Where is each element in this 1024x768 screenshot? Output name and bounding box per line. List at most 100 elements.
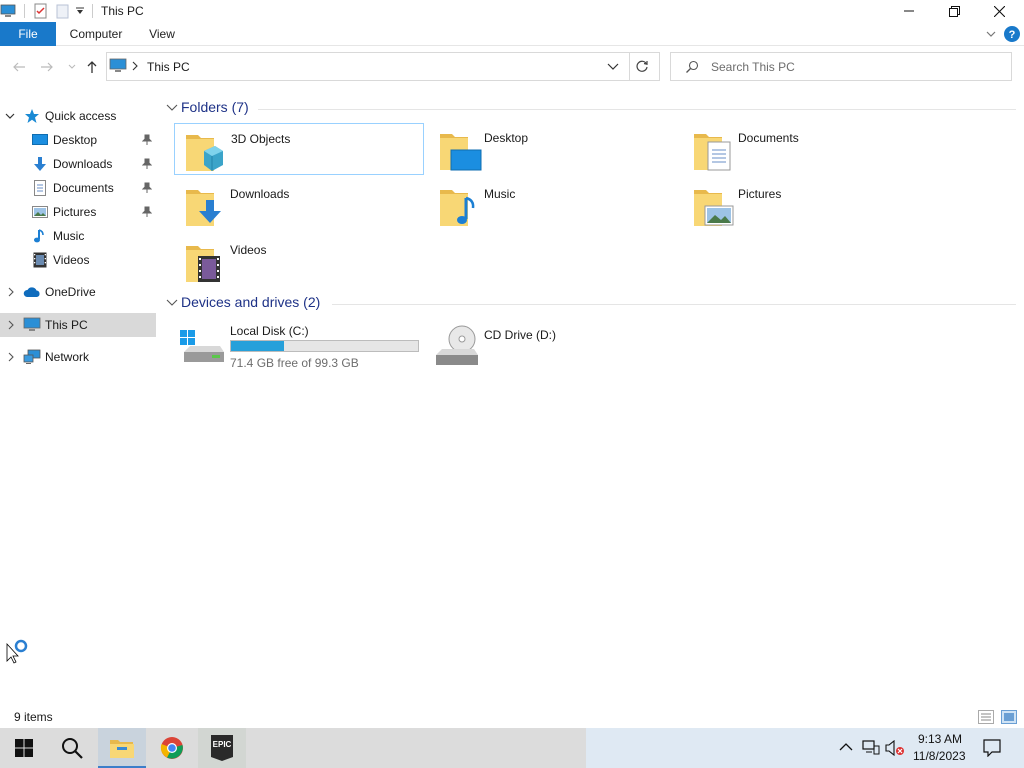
properties-icon[interactable] xyxy=(33,3,49,19)
clock-time[interactable]: 9:13 AM xyxy=(918,732,962,746)
epic-games-taskbar-button[interactable]: EPIC xyxy=(198,728,246,768)
sidebar-label: Videos xyxy=(53,253,90,267)
folder-tile[interactable]: 3D Objects xyxy=(174,123,424,175)
title-divider xyxy=(92,4,93,18)
folder-tile[interactable]: Videos xyxy=(174,235,424,287)
window-title: This PC xyxy=(101,4,144,18)
show-hidden-icons-chevron-icon[interactable] xyxy=(839,742,853,752)
sidebar-item-desktop[interactable]: Desktop xyxy=(0,128,156,152)
refresh-button[interactable] xyxy=(635,59,649,73)
windows-logo-icon xyxy=(15,739,33,757)
chrome-taskbar-button[interactable] xyxy=(148,728,196,768)
collapse-chevron-icon[interactable] xyxy=(166,298,178,308)
videos-folder-icon xyxy=(184,240,228,284)
recent-locations-button[interactable] xyxy=(63,58,81,76)
tab-file[interactable]: File xyxy=(0,22,56,46)
forward-button[interactable] xyxy=(38,58,56,76)
svg-text:?: ? xyxy=(1009,29,1016,41)
up-button[interactable] xyxy=(83,58,101,76)
notifications-icon[interactable] xyxy=(983,739,1001,757)
customize-qa-dropdown-icon[interactable] xyxy=(75,6,85,16)
sidebar-label: Music xyxy=(53,229,85,243)
chevron-right-icon[interactable] xyxy=(7,352,15,362)
sidebar-item-network[interactable]: Network xyxy=(0,345,156,369)
epic-logo-text: EPIC xyxy=(213,740,232,749)
videos-icon xyxy=(32,252,48,268)
close-icon xyxy=(993,5,1005,17)
drive-usage-bar xyxy=(230,340,419,352)
folder-tile[interactable]: Pictures xyxy=(682,179,932,231)
restore-icon xyxy=(948,5,960,17)
large-icons-view-icon[interactable] xyxy=(1001,710,1017,724)
tab-computer[interactable]: Computer xyxy=(62,22,130,46)
sidebar-item-music[interactable]: Music xyxy=(0,224,156,248)
music-icon xyxy=(32,228,48,244)
drives-group-header[interactable]: Devices and drives (2) xyxy=(166,294,1016,314)
search-icon xyxy=(62,738,83,759)
sidebar-item-videos[interactable]: Videos xyxy=(0,248,156,272)
file-explorer-taskbar-button[interactable] xyxy=(98,728,146,768)
new-folder-icon[interactable] xyxy=(55,3,71,19)
folder-tile[interactable]: Music xyxy=(428,179,678,231)
address-dropdown-icon[interactable] xyxy=(607,62,619,72)
desktop-folder-icon xyxy=(438,128,482,172)
sidebar-label: Downloads xyxy=(53,157,113,171)
star-icon xyxy=(24,108,40,124)
chevron-expanded-icon[interactable] xyxy=(5,111,15,121)
this-pc-icon[interactable] xyxy=(0,3,16,19)
sidebar-item-downloads[interactable]: Downloads xyxy=(0,152,156,176)
sidebar-label: OneDrive xyxy=(45,285,96,299)
group-title: Devices and drives (2) xyxy=(181,294,321,310)
collapse-chevron-icon[interactable] xyxy=(166,103,178,113)
clock-date[interactable]: 11/8/2023 xyxy=(913,749,966,763)
folder-tile[interactable]: Downloads xyxy=(174,179,424,231)
taskbar: EPIC 9:13 AM 11/8/2023 xyxy=(0,728,1024,768)
refresh-icon xyxy=(636,60,648,72)
chevron-right-icon[interactable] xyxy=(7,320,15,330)
forward-arrow-icon xyxy=(41,62,53,72)
folder-name: Desktop xyxy=(484,131,529,145)
breadcrumb[interactable]: This PC xyxy=(147,60,190,74)
help-icon[interactable]: ? xyxy=(1004,26,1020,42)
hard-drive-windows-icon xyxy=(180,330,224,366)
close-button[interactable] xyxy=(976,0,1022,22)
folder-name: Downloads xyxy=(230,187,290,201)
chevron-right-icon[interactable] xyxy=(7,287,15,297)
folder-tile[interactable]: Desktop xyxy=(428,123,678,175)
sidebar-item-this-pc[interactable]: This PC xyxy=(0,313,156,337)
drive-name: CD Drive (D:) xyxy=(484,328,556,342)
search-button[interactable] xyxy=(48,728,96,768)
drive-tile-c[interactable]: Local Disk (C:) 71.4 GB free of 99.3 GB xyxy=(174,320,424,372)
details-view-icon[interactable] xyxy=(978,710,994,724)
ribbon-tabs: File Computer View ? xyxy=(0,22,1024,46)
drive-tile-d[interactable]: CD Drive (D:) xyxy=(428,320,678,372)
sidebar-label: Network xyxy=(45,350,90,364)
sidebar-item-documents[interactable]: Documents xyxy=(0,176,156,200)
documents-folder-icon xyxy=(692,128,736,172)
sidebar-item-pictures[interactable]: Pictures xyxy=(0,200,156,224)
folder-tile[interactable]: Documents xyxy=(682,123,932,175)
documents-icon xyxy=(32,180,48,196)
volume-muted-icon[interactable] xyxy=(885,740,905,756)
expand-ribbon-icon[interactable] xyxy=(985,28,997,40)
back-button[interactable] xyxy=(10,58,28,76)
folders-group-header[interactable]: Folders (7) xyxy=(166,99,1016,119)
drive-free-space: 71.4 GB free of 99.3 GB xyxy=(230,356,359,370)
sidebar-item-quick-access[interactable]: Quick access xyxy=(0,104,156,128)
drive-name: Local Disk (C:) xyxy=(230,324,309,338)
search-input[interactable]: Search This PC xyxy=(670,52,1012,81)
start-button[interactable] xyxy=(0,728,48,768)
this-pc-icon xyxy=(23,317,41,333)
cloud-icon xyxy=(23,286,41,298)
busy-cursor-icon xyxy=(6,638,30,664)
epic-games-icon: EPIC xyxy=(211,735,233,761)
sidebar-item-onedrive[interactable]: OneDrive xyxy=(0,280,156,304)
breadcrumb-chevron-icon[interactable] xyxy=(131,60,139,72)
restore-button[interactable] xyxy=(931,0,977,22)
up-arrow-icon xyxy=(87,61,97,73)
chrome-icon xyxy=(160,737,183,759)
tab-view[interactable]: View xyxy=(140,22,184,46)
address-bar[interactable]: This PC xyxy=(106,52,660,81)
minimize-button[interactable] xyxy=(886,0,932,22)
network-status-icon[interactable] xyxy=(862,740,880,756)
